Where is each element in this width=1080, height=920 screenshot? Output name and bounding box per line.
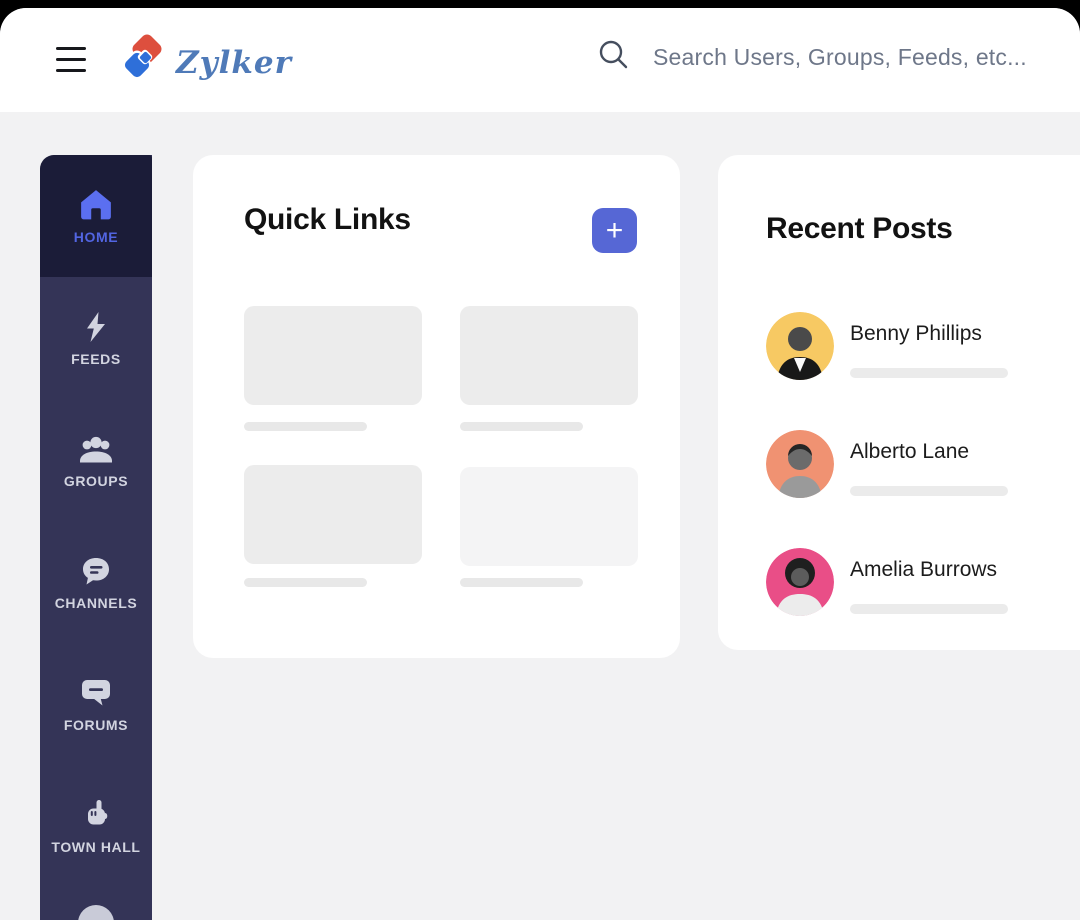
avatar	[766, 548, 834, 616]
quick-link-placeholder[interactable]	[244, 306, 422, 405]
people-icon	[78, 432, 114, 466]
post-author-name: Benny Phillips	[850, 322, 982, 345]
sidebar-item-home[interactable]: HOME	[40, 155, 152, 277]
recent-posts-title: Recent Posts	[766, 212, 953, 245]
sidebar-nav: HOME FEEDS GROUPS CHANNELS FORUMS TOWN H…	[40, 155, 152, 920]
quick-links-card: Quick Links +	[193, 155, 680, 658]
post-row[interactable]: Benny Phillips	[766, 312, 1080, 380]
placeholder-text-bar	[460, 578, 583, 587]
placeholder-text-bar	[244, 422, 367, 431]
app-window: Zylker Search Users, Groups, Feeds, etc.…	[0, 8, 1080, 920]
sidebar-item-channels[interactable]: CHANNELS	[40, 521, 152, 643]
quick-link-placeholder[interactable]	[244, 465, 422, 564]
post-row[interactable]: Alberto Lane	[766, 430, 1080, 498]
menu-icon[interactable]	[56, 44, 88, 74]
app-logo[interactable]: Zylker	[118, 34, 292, 91]
sidebar-item-feeds[interactable]: FEEDS	[40, 277, 152, 399]
post-author-name: Alberto Lane	[850, 440, 970, 463]
post-author-name: Amelia Burrows	[850, 558, 998, 581]
quick-links-title: Quick Links	[244, 203, 411, 236]
post-row[interactable]: Amelia Burrows	[766, 548, 1080, 616]
search-placeholder: Search Users, Groups, Feeds, etc...	[653, 44, 1027, 70]
sidebar-item-forums[interactable]: FORUMS	[40, 643, 152, 765]
chat-bubble-icon	[80, 676, 112, 710]
sidebar-item-town-hall[interactable]: TOWN HALL	[40, 765, 152, 887]
post-placeholder-bar	[850, 604, 1008, 614]
sidebar-item-label: FORUMS	[63, 716, 129, 733]
home-icon	[79, 188, 113, 222]
sidebar-item-label: HOME	[73, 228, 119, 245]
post-placeholder-bar	[850, 368, 1008, 378]
chat-bubble-lines-icon	[80, 554, 112, 588]
sidebar-item-label: GROUPS	[63, 472, 129, 489]
quick-link-placeholder[interactable]	[460, 467, 638, 566]
post-placeholder-bar	[850, 486, 1008, 496]
avatar	[766, 430, 834, 498]
search-icon	[597, 38, 631, 77]
avatar	[766, 312, 834, 380]
global-search[interactable]: Search Users, Groups, Feeds, etc...	[597, 38, 1027, 77]
sidebar-item-label: TOWN HALL	[51, 838, 141, 855]
sidebar-item-label: FEEDS	[71, 350, 121, 367]
lightning-icon	[81, 310, 111, 344]
sidebar-item-partial-icon[interactable]	[78, 905, 114, 920]
quick-link-placeholder[interactable]	[460, 306, 638, 405]
placeholder-text-bar	[460, 422, 583, 431]
recent-posts-card: Recent Posts Benny Phillips Alberto Lane…	[718, 155, 1080, 650]
placeholder-text-bar	[244, 578, 367, 587]
raised-hand-icon	[81, 798, 111, 832]
top-header: Zylker Search Users, Groups, Feeds, etc.…	[0, 8, 1080, 112]
logo-wordmark: Zylker	[176, 44, 292, 81]
zylker-logo-icon	[118, 34, 168, 91]
sidebar-item-label: CHANNELS	[54, 594, 138, 611]
sidebar-item-groups[interactable]: GROUPS	[40, 399, 152, 521]
add-quick-link-button[interactable]: +	[592, 208, 637, 253]
